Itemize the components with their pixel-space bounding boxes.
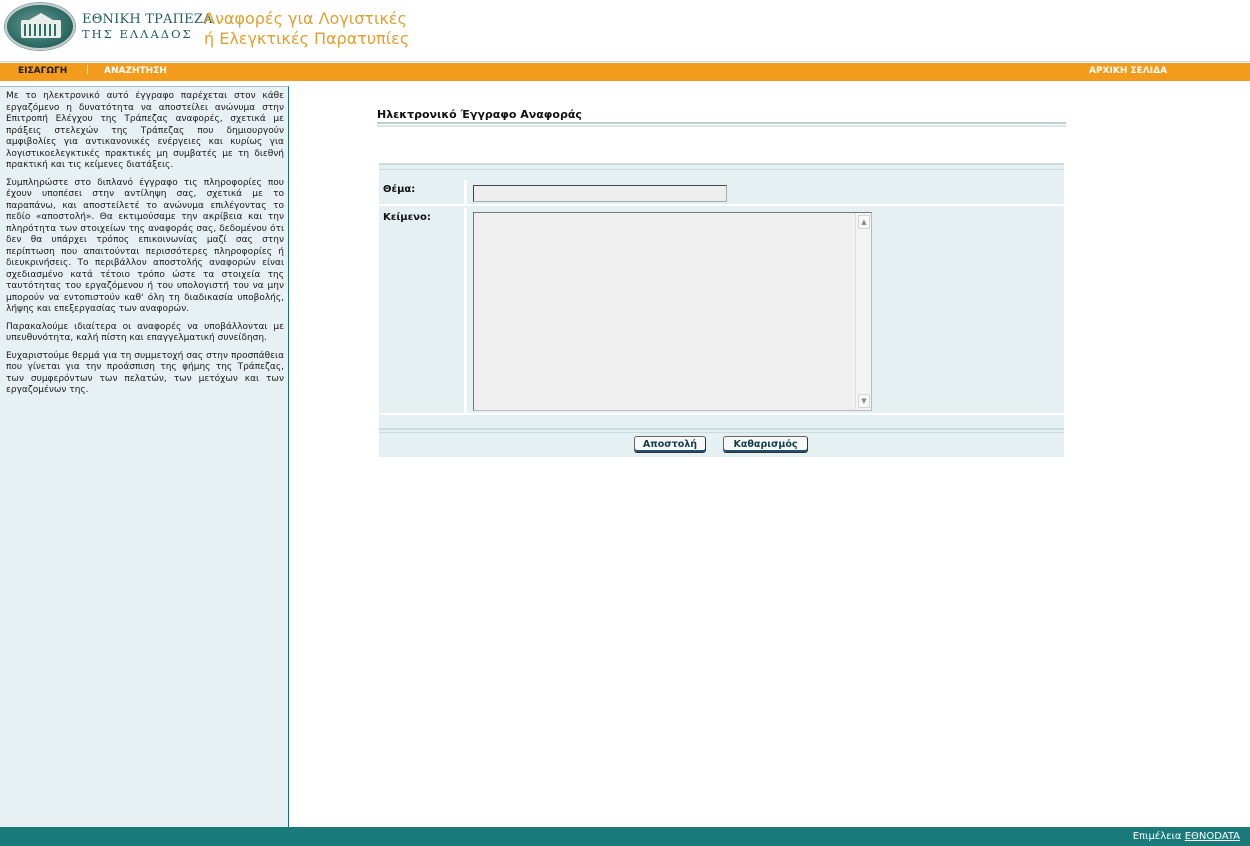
send-button[interactable]: Αποστολή: [634, 436, 706, 453]
form-buttons: Αποστολή Καθαρισμός: [379, 433, 1064, 457]
page-footer: Επιμέλεια ΕΘΝΟDATA: [0, 827, 1250, 846]
footer-credit-prefix: Επιμέλεια: [1132, 831, 1185, 842]
footer-credit: Επιμέλεια ΕΘΝΟDATA: [1133, 831, 1240, 842]
nav-link-insert[interactable]: ΕΙΣΑΓΩΓΗ: [18, 66, 67, 76]
info-sidebar: Με το ηλεκτρονικό αυτό έγγραφο παρέχεται…: [0, 86, 289, 827]
report-form: Θέμα: Κείμενο: ▲ ▼ Αποστολή Καθαρισμός: [379, 163, 1064, 457]
body-textarea[interactable]: [473, 212, 872, 411]
body-row: Κείμενο: ▲ ▼: [379, 208, 1064, 415]
scroll-up-arrow-icon[interactable]: ▲: [858, 215, 870, 229]
sidebar-paragraph: Παρακαλούμε ιδιαίτερα οι αναφορές να υπο…: [6, 321, 284, 344]
subject-input[interactable]: [473, 185, 727, 202]
site-title-line1: Αναφορές για Λογιστικές: [204, 9, 407, 28]
nav-link-home[interactable]: ΑΡΧΙΚΗ ΣΕΛΙΔΑ: [1089, 66, 1167, 76]
clear-button[interactable]: Καθαρισμός: [723, 436, 808, 453]
scroll-down-arrow-icon[interactable]: ▼: [858, 394, 870, 408]
subject-label: Θέμα:: [379, 180, 467, 204]
title-divider: [377, 122, 1066, 127]
page-header: ΕΘΝΙΚΗ ΤΡΑΠΕΖΑ ΤΗΣ ΕΛΛΑΔΟΣ Αναφορές για …: [0, 0, 1250, 62]
nav-link-search[interactable]: ΑΝΑΖΗΤΗΣΗ: [104, 66, 167, 76]
site-title-line2: ή Ελεγκτικές Παρατυπίες: [204, 29, 410, 48]
footer-credit-link[interactable]: ΕΘΝΟDATA: [1185, 831, 1240, 842]
body-label: Κείμενο:: [379, 208, 467, 413]
sidebar-paragraph: Με το ηλεκτρονικό αυτό έγγραφο παρέχεται…: [6, 91, 284, 170]
logo-columns-shape: [24, 24, 58, 36]
subject-row: Θέμα:: [379, 180, 1064, 206]
textarea-scrollbar[interactable]: ▲ ▼: [855, 213, 871, 410]
main-nav-bar: ΕΙΣΑΓΩΓΗ | ΑΝΑΖΗΤΗΣΗ ΑΡΧΙΚΗ ΣΕΛΙΔΑ: [0, 63, 1250, 81]
bank-name-line2: ΤΗΣ ΕΛΛΑΔΟΣ: [82, 27, 193, 41]
nav-separator: |: [86, 65, 90, 75]
form-title: Ηλεκτρονικό Έγγραφο Αναφοράς: [377, 108, 582, 121]
bank-name-line1: ΕΘΝΙΚΗ ΤΡΑΠΕΖΑ: [82, 12, 213, 27]
form-top-divider: [379, 163, 1064, 179]
sidebar-paragraph: Συμπληρώστε στο διπλανό έγγραφο τις πληρ…: [6, 177, 284, 315]
bank-logo-seal-icon[interactable]: [5, 3, 75, 50]
sidebar-paragraph: Ευχαριστούμε θερμά για τη συμμετοχή σας …: [6, 350, 284, 396]
